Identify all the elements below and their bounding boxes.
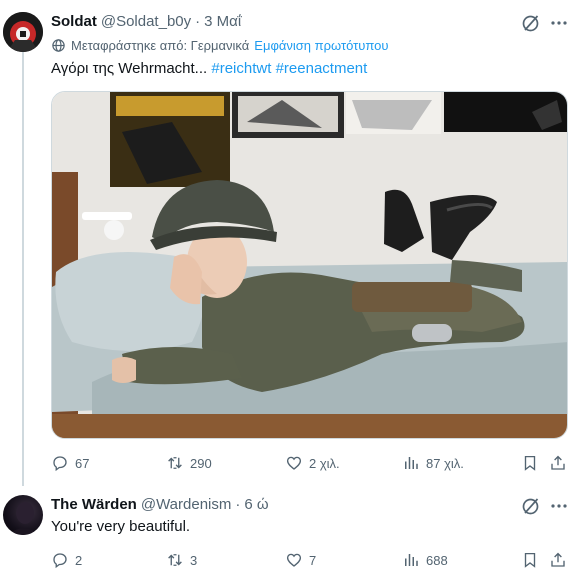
share-button[interactable] [549, 549, 567, 571]
translation-notice: Μεταφράστηκε από: Γερμανικά Εμφάνιση πρω… [51, 38, 389, 53]
like-button[interactable]: 2 χιλ. [285, 452, 340, 474]
separator-dot: · [235, 496, 241, 513]
translate-globe-icon [52, 39, 65, 52]
reply-button[interactable]: 2 [51, 549, 82, 571]
author-name[interactable]: The Wärden [51, 496, 137, 513]
tweet-text: You're very beautiful. [51, 518, 191, 535]
bookmark-button[interactable] [521, 452, 539, 474]
bookmark-button[interactable] [521, 549, 539, 571]
timestamp[interactable]: 3 Μαΐ [204, 13, 241, 30]
tweet-text: Αγόρι της Wehrmacht... #reichtwt #reenac… [51, 60, 367, 77]
author-handle[interactable]: @Wardenism [141, 496, 232, 513]
repost-button[interactable]: 290 [166, 452, 212, 474]
bookmark-icon [524, 552, 536, 568]
reply-button[interactable]: 67 [51, 452, 89, 474]
reply-count: 67 [75, 455, 90, 471]
grok-icon[interactable] [521, 13, 541, 33]
view-count: 87 χιλ. [426, 455, 464, 471]
repost-count: 3 [190, 552, 198, 568]
repost-icon [168, 554, 182, 566]
views-button[interactable]: 87 χιλ. [402, 452, 464, 474]
repost-button[interactable]: 3 [166, 549, 197, 571]
repost-count: 290 [190, 455, 212, 471]
reply-count: 2 [75, 552, 83, 568]
translated-label: Μεταφράστηκε από: Γερμανικά [71, 38, 250, 53]
more-icon[interactable] [549, 496, 569, 516]
view-count: 688 [426, 552, 448, 568]
tweet-header: Soldat @Soldat_b0y · 3 Μαΐ [51, 13, 241, 30]
more-icon[interactable] [549, 13, 569, 33]
avatar[interactable] [3, 495, 43, 535]
tweet-body: Αγόρι της Wehrmacht... [51, 60, 208, 77]
timestamp[interactable]: 6 ώ [244, 496, 268, 513]
tweet-actions: 67 290 2 χιλ. 87 χιλ. [51, 452, 571, 474]
hashtag-reichtwt[interactable]: #reichtwt [211, 60, 271, 77]
avatar[interactable] [3, 12, 43, 52]
like-count: 2 χιλ. [309, 455, 340, 471]
tweet-header: The Wärden @Wardenism · 6 ώ [51, 496, 269, 513]
views-icon [405, 554, 418, 566]
separator-dot: · [195, 13, 201, 30]
share-icon [551, 455, 565, 470]
repost-icon [168, 457, 182, 469]
reply-icon [53, 456, 67, 472]
share-button[interactable] [549, 452, 567, 474]
reply-icon [53, 553, 67, 569]
like-count: 7 [309, 552, 317, 568]
tweet-actions: 2 3 7 688 [51, 549, 571, 571]
thread-connector-line [22, 52, 24, 486]
hashtag-reenactment[interactable]: #reenactment [276, 60, 368, 77]
like-icon [286, 456, 302, 470]
views-icon [405, 457, 418, 469]
grok-icon[interactable] [521, 496, 541, 516]
views-button[interactable]: 688 [402, 549, 448, 571]
tweet-photo[interactable] [51, 91, 568, 439]
bookmark-icon [524, 455, 536, 471]
like-icon [286, 553, 302, 567]
author-handle[interactable]: @Soldat_b0y [101, 13, 191, 30]
show-original-link[interactable]: Εμφάνιση πρωτότυπου [254, 38, 388, 53]
like-button[interactable]: 7 [285, 549, 316, 571]
author-name[interactable]: Soldat [51, 13, 97, 30]
share-icon [551, 552, 565, 567]
